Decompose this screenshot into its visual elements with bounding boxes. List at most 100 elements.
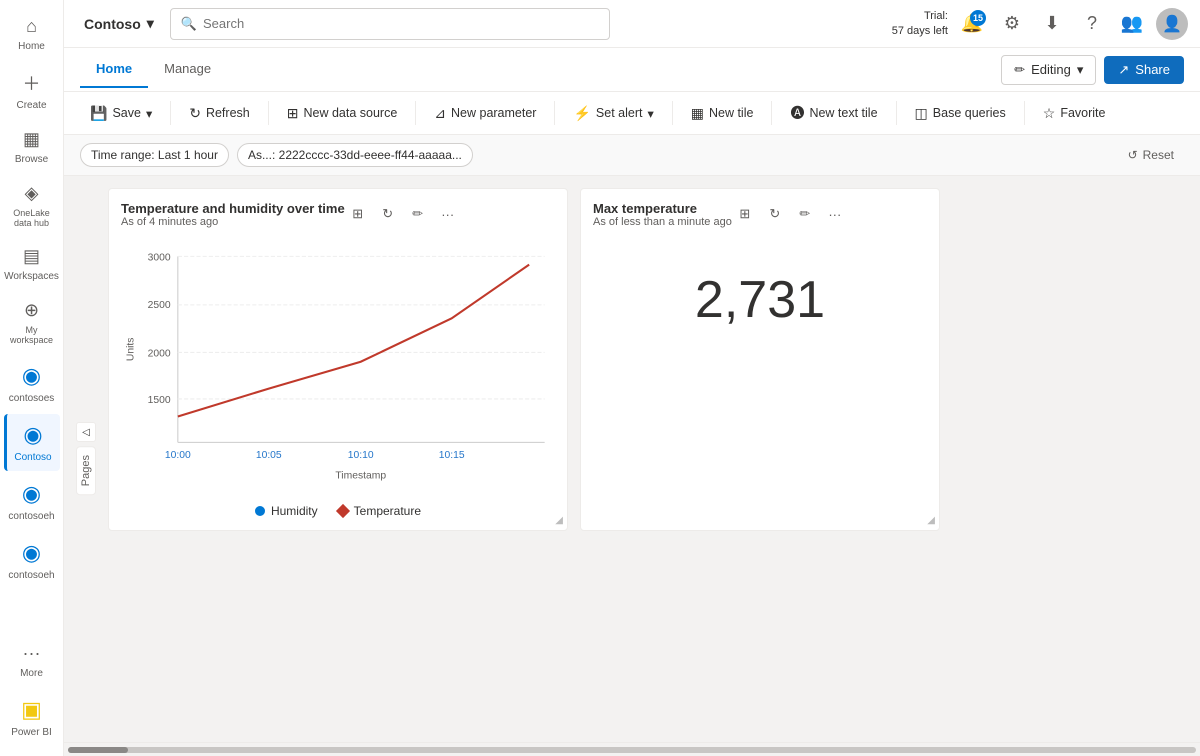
new-parameter-button[interactable]: ⊿ New parameter xyxy=(424,100,546,127)
sidebar-item-contoso[interactable]: ◉ Contoso xyxy=(4,414,60,471)
card-title-1: Temperature and humidity over time xyxy=(121,201,345,216)
app-logo[interactable]: Contoso ▾ xyxy=(76,11,162,36)
svg-text:2500: 2500 xyxy=(148,300,171,311)
svg-text:Timestamp: Timestamp xyxy=(335,471,386,482)
share-label: Share xyxy=(1135,62,1170,77)
refresh-label: Refresh xyxy=(206,106,250,120)
svg-text:Units: Units xyxy=(125,338,136,362)
as-filter[interactable]: As...: 2222cccc-33dd-eeee-ff44-aaaaa... xyxy=(237,143,473,167)
svg-text:3000: 3000 xyxy=(148,252,171,263)
card-actions-1: ⊞ ↻ ✏ ··· xyxy=(345,201,461,227)
share-icon: ↗ xyxy=(1118,62,1129,78)
tab-manage[interactable]: Manage xyxy=(148,51,227,88)
logo-chevron-icon: ▾ xyxy=(147,15,154,32)
sidebar-item-myworkspace[interactable]: ⊕ My workspace xyxy=(4,292,60,353)
scroll-thumb[interactable] xyxy=(68,747,128,753)
scroll-track[interactable] xyxy=(68,747,1196,753)
pages-expand-button[interactable]: ◁ xyxy=(76,422,96,442)
share-button[interactable]: ↗ Share xyxy=(1104,56,1184,84)
set-alert-button[interactable]: ⚡ Set alert ▾ xyxy=(563,100,663,127)
sidebar-item-home[interactable]: ⌂ Home xyxy=(4,8,60,60)
card-actions-2: ⊞ ↻ ✏ ··· xyxy=(732,201,848,227)
sep1 xyxy=(170,101,171,125)
new-text-tile-button[interactable]: 🅐 New text tile xyxy=(780,98,887,128)
edit-button[interactable]: ✏ Editing ▾ xyxy=(1001,55,1096,85)
card-grid-button[interactable]: ⊞ xyxy=(345,201,371,227)
time-range-filter[interactable]: Time range: Last 1 hour xyxy=(80,143,229,167)
favorite-label: Favorite xyxy=(1060,106,1105,120)
card2-edit-button[interactable]: ✏ xyxy=(792,201,818,227)
sidebar: ⌂ Home ＋ Create ▦ Browse ◈ OneLake data … xyxy=(0,0,64,756)
new-tile-button[interactable]: ▦ New tile xyxy=(681,100,764,127)
refresh-button[interactable]: ↻ Refresh xyxy=(179,100,260,127)
sidebar-item-onelake[interactable]: ◈ OneLake data hub xyxy=(4,175,60,236)
tile-icon: ▦ xyxy=(691,105,704,122)
more-icon: ··· xyxy=(23,643,41,664)
base-queries-button[interactable]: ◫ Base queries xyxy=(905,100,1016,127)
new-text-tile-label: New text tile xyxy=(809,106,877,120)
resize-handle-2[interactable]: ◢ xyxy=(927,515,935,526)
tab-home[interactable]: Home xyxy=(80,51,148,88)
datasource-icon: ⊞ xyxy=(287,105,299,122)
card-header-1: Temperature and humidity over time As of… xyxy=(121,201,555,236)
legend-temperature: Temperature xyxy=(338,504,421,518)
card-more-button[interactable]: ··· xyxy=(435,201,461,227)
sidebar-label-myworkspace: My workspace xyxy=(8,325,56,345)
card-refresh-button[interactable]: ↻ xyxy=(375,201,401,227)
content-area: Home Manage ✏ Editing ▾ ↗ Share 💾 Save ▾ xyxy=(64,48,1200,756)
search-box[interactable]: 🔍 xyxy=(170,8,610,40)
horizontal-scrollbar[interactable] xyxy=(64,742,1200,756)
favorite-button[interactable]: ☆ Favorite xyxy=(1033,100,1116,127)
avatar[interactable]: 👤 xyxy=(1156,8,1188,40)
new-parameter-label: New parameter xyxy=(451,106,536,120)
favorite-icon: ☆ xyxy=(1043,105,1056,122)
topbar-right: Trial: 57 days left 🔔 15 ⚙ ⬇ ? 👥 👤 xyxy=(892,8,1188,40)
share-people-button[interactable]: 👥 xyxy=(1116,8,1148,40)
chart-legend: Humidity Temperature xyxy=(121,504,555,518)
notifications-button[interactable]: 🔔 15 xyxy=(956,8,988,40)
new-datasource-label: New data source xyxy=(303,106,397,120)
card2-grid-button[interactable]: ⊞ xyxy=(732,201,758,227)
card-edit-button[interactable]: ✏ xyxy=(405,201,431,227)
card2-refresh-button[interactable]: ↻ xyxy=(762,201,788,227)
home-icon: ⌂ xyxy=(26,16,37,37)
sidebar-label-contosoeh1: contosoeh xyxy=(8,511,54,522)
sidebar-item-contosoeh1[interactable]: ◉ contosoeh xyxy=(4,473,60,530)
pages-label: Pages xyxy=(80,455,92,486)
sidebar-item-contosoes[interactable]: ◉ contosoes xyxy=(4,355,60,412)
time-range-label: Time range: Last 1 hour xyxy=(91,148,218,162)
dashboard: ◁ Pages Temperature and humidity over ti… xyxy=(64,176,1200,742)
help-button[interactable]: ? xyxy=(1076,8,1108,40)
svg-text:10:00: 10:00 xyxy=(165,450,191,461)
sidebar-item-powerbi[interactable]: ▣ Power BI xyxy=(4,689,60,746)
sidebar-item-more[interactable]: ··· More xyxy=(4,635,60,687)
sep7 xyxy=(896,101,897,125)
set-alert-label: Set alert xyxy=(596,106,643,120)
card-left-1: Temperature and humidity over time As of… xyxy=(121,201,345,236)
resize-handle-1[interactable]: ◢ xyxy=(555,515,563,526)
sidebar-item-workspaces[interactable]: ▤ Workspaces xyxy=(4,238,60,290)
search-input[interactable] xyxy=(203,16,599,31)
parameter-icon: ⊿ xyxy=(434,105,446,122)
sep8 xyxy=(1024,101,1025,125)
refresh-icon: ↻ xyxy=(189,105,201,122)
card2-more-button[interactable]: ··· xyxy=(822,201,848,227)
sidebar-item-contosoeh2[interactable]: ◉ contosoeh xyxy=(4,532,60,589)
powerbi-icon: ▣ xyxy=(21,697,42,723)
pages-tab[interactable]: Pages xyxy=(76,446,96,495)
temperature-label: Temperature xyxy=(354,504,421,518)
trial-line1: Trial: xyxy=(892,9,948,23)
sidebar-item-browse[interactable]: ▦ Browse xyxy=(4,121,60,173)
new-datasource-button[interactable]: ⊞ New data source xyxy=(277,100,408,127)
sidebar-label-contosoes: contosoes xyxy=(9,393,55,404)
settings-button[interactable]: ⚙ xyxy=(996,8,1028,40)
cards-row: Temperature and humidity over time As of… xyxy=(108,188,1188,531)
save-button[interactable]: 💾 Save ▾ xyxy=(80,100,162,127)
download-button[interactable]: ⬇ xyxy=(1036,8,1068,40)
sidebar-item-create[interactable]: ＋ Create xyxy=(4,62,60,119)
reset-button[interactable]: ↺ Reset xyxy=(1118,144,1184,166)
svg-text:1500: 1500 xyxy=(148,395,171,406)
sidebar-label-onelake: OneLake data hub xyxy=(8,208,56,228)
queries-icon: ◫ xyxy=(915,105,928,122)
main-content: Contoso ▾ 🔍 Trial: 57 days left 🔔 15 ⚙ ⬇… xyxy=(64,0,1200,756)
